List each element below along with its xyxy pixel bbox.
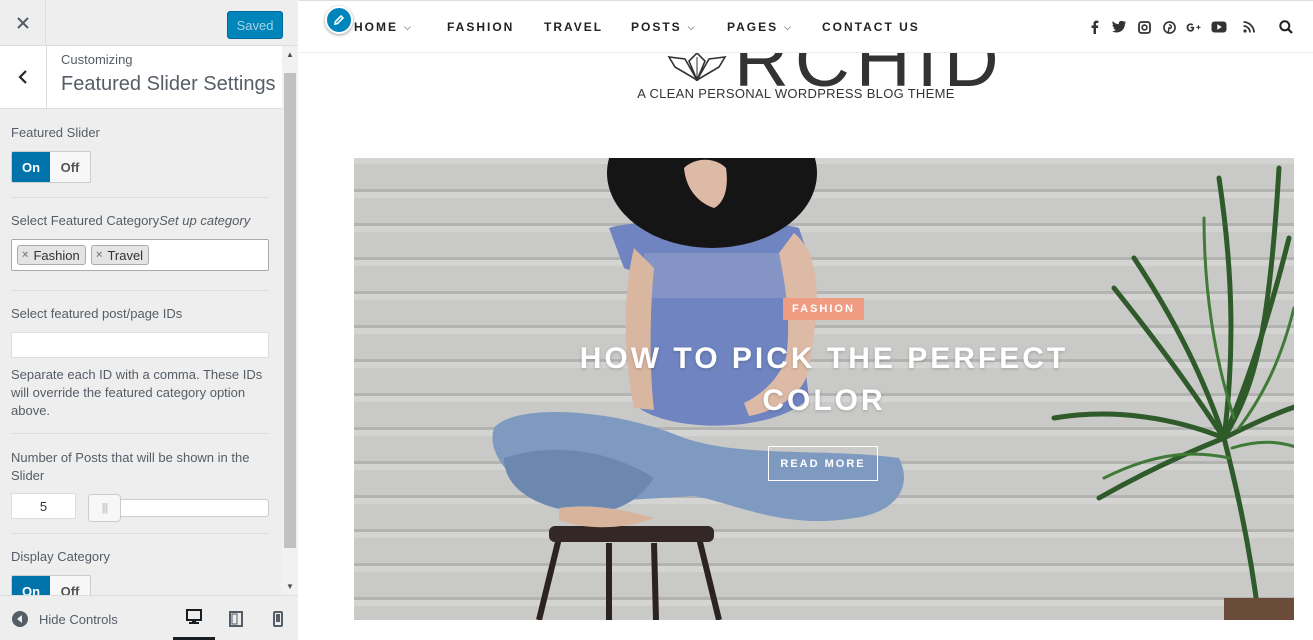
sidebar-scrollbar[interactable]: ▲ ▼ xyxy=(282,46,298,595)
nav-item-pages[interactable]: PAGES ⌵ xyxy=(727,20,791,34)
toggle-on-option[interactable]: On xyxy=(12,152,50,182)
nav-item-fashion[interactable]: FASHION xyxy=(447,20,514,34)
section-title: Featured Slider Settings xyxy=(61,73,276,95)
nav-item-posts[interactable]: POSTS ⌵ xyxy=(631,20,695,34)
scroll-up-arrow-icon[interactable]: ▲ xyxy=(282,46,298,63)
site-branding: RCHID A CLEAN PERSONAL WORDPRESS BLOG TH… xyxy=(299,53,1313,158)
tablet-icon xyxy=(229,610,243,627)
category-tag-label: Fashion xyxy=(33,247,80,263)
read-more-button[interactable]: READ MORE xyxy=(768,446,878,481)
hide-controls-label: Hide Controls xyxy=(39,611,118,627)
nav-label: HOME xyxy=(354,20,398,34)
chevron-down-icon: ⌵ xyxy=(687,21,695,32)
featured-category-select[interactable]: × Fashion × Travel xyxy=(11,239,269,271)
close-customizer-button[interactable] xyxy=(0,0,46,46)
pinterest-icon[interactable] xyxy=(1160,18,1178,36)
breadcrumb: Customizing xyxy=(61,52,133,67)
edit-shortcut-button[interactable] xyxy=(325,6,353,34)
toggle-on-option[interactable]: On xyxy=(12,576,50,595)
customizer-sidebar: Saved Customizing Featured Slider Settin… xyxy=(0,0,298,640)
site-tagline: A CLEAN PERSONAL WORDPRESS BLOG THEME xyxy=(637,86,955,101)
nav-label: FASHION xyxy=(447,20,515,34)
slide-category-badge[interactable]: FASHION xyxy=(783,298,864,320)
mobile-preview-button[interactable] xyxy=(257,596,299,640)
divider xyxy=(11,197,269,198)
google-plus-icon[interactable] xyxy=(1185,18,1203,36)
rss-icon[interactable] xyxy=(1240,18,1258,36)
collapse-circle-icon xyxy=(12,611,28,627)
save-button[interactable]: Saved xyxy=(227,11,283,39)
featured-slide: FASHION HOW TO PICK THE PERFECT COLOR RE… xyxy=(354,158,1294,620)
posts-count-label: Number of Posts that will be shown in th… xyxy=(11,450,250,483)
divider xyxy=(11,533,269,534)
divider xyxy=(11,433,269,434)
toggle-off-option[interactable]: Off xyxy=(50,152,90,182)
back-button[interactable] xyxy=(0,46,47,108)
customizer-footer: Hide Controls xyxy=(0,595,298,640)
instagram-icon[interactable] xyxy=(1135,18,1153,36)
hide-controls-button[interactable]: Hide Controls xyxy=(11,606,118,632)
chevron-left-icon xyxy=(18,70,27,84)
chevron-down-icon: ⌵ xyxy=(784,21,791,32)
chevron-down-icon: ⌵ xyxy=(404,21,411,32)
toggle-off-option[interactable]: Off xyxy=(50,576,90,596)
featured-slider-toggle[interactable]: On Off xyxy=(11,151,91,183)
remove-tag-icon[interactable]: × xyxy=(96,249,102,261)
remove-tag-icon[interactable]: × xyxy=(22,249,28,261)
setup-category-link[interactable]: Set up category xyxy=(159,213,250,228)
twitter-icon[interactable] xyxy=(1110,18,1128,36)
youtube-icon[interactable] xyxy=(1210,18,1228,36)
divider xyxy=(11,290,269,291)
nav-label: POSTS xyxy=(631,20,682,34)
search-icon[interactable] xyxy=(1277,18,1295,36)
scroll-down-arrow-icon[interactable]: ▼ xyxy=(282,578,298,595)
category-tag: × Travel xyxy=(91,245,150,265)
site-navigation: HOME ⌵ FASHION TRAVEL POSTS ⌵ PAGES ⌵ CONTA… xyxy=(299,0,1313,53)
tablet-preview-button[interactable] xyxy=(215,596,257,640)
featured-category-label-text: Select Featured Category xyxy=(11,213,160,228)
display-category-toggle[interactable]: On Off xyxy=(11,575,91,595)
pencil-icon xyxy=(333,14,345,26)
post-ids-help: Separate each ID with a comma. These IDs… xyxy=(11,367,263,418)
featured-slider-label: Featured Slider xyxy=(11,125,100,140)
customizer-header: Saved xyxy=(0,0,298,46)
desktop-icon xyxy=(186,608,202,624)
desktop-preview-button[interactable] xyxy=(173,596,215,640)
slider-handle[interactable]: ||| xyxy=(88,494,121,522)
post-ids-input[interactable] xyxy=(11,332,269,358)
site-preview: HOME ⌵ FASHION TRAVEL POSTS ⌵ PAGES ⌵ CONTA… xyxy=(299,0,1313,640)
slide-title[interactable]: HOW TO PICK THE PERFECT COLOR xyxy=(534,338,1114,422)
featured-category-label: Select Featured CategorySet up category xyxy=(11,213,250,228)
controls-panel: Featured Slider On Off Select Featured C… xyxy=(0,109,282,595)
lotus-logo-icon xyxy=(667,53,727,81)
nav-label: TRAVEL xyxy=(544,20,604,34)
display-category-label: Display Category xyxy=(11,549,110,564)
nav-label: PAGES xyxy=(727,20,779,34)
post-ids-label: Select featured post/page IDs xyxy=(11,306,183,321)
category-tag: × Fashion xyxy=(17,245,86,265)
scrollbar-thumb[interactable] xyxy=(284,73,296,548)
section-header: Customizing Featured Slider Settings xyxy=(0,46,282,109)
category-tag-label: Travel xyxy=(107,247,144,263)
close-icon xyxy=(16,17,29,29)
nav-item-home[interactable]: HOME ⌵ xyxy=(354,20,411,34)
mobile-icon xyxy=(273,610,283,627)
nav-item-contact-us[interactable]: CONTACT US xyxy=(822,20,920,34)
posts-count-input[interactable]: 5 xyxy=(11,493,76,519)
nav-label: CONTACT US xyxy=(822,20,920,34)
facebook-icon[interactable] xyxy=(1086,18,1104,36)
nav-item-travel[interactable]: TRAVEL xyxy=(544,20,603,34)
